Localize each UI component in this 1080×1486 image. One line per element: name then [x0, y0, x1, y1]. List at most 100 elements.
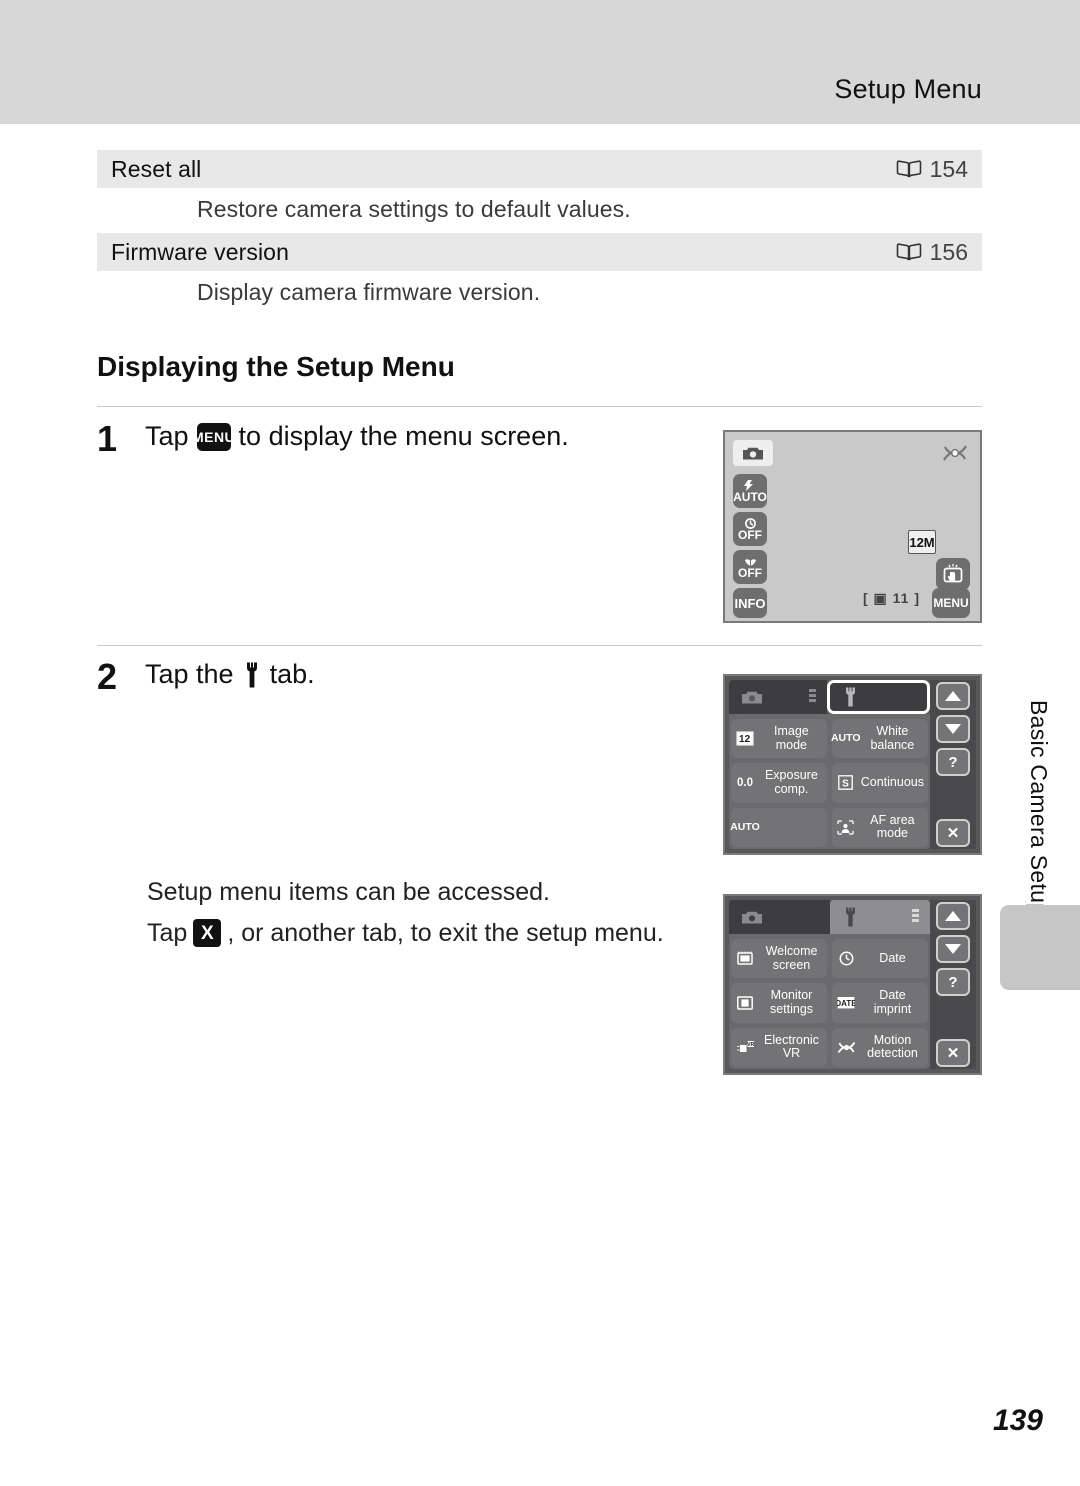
- menu-item-label: Exposure comp.: [764, 768, 818, 796]
- menu-nav-column: ? ✕: [930, 900, 976, 1069]
- exposure-comp-icon: 0.0: [737, 776, 753, 789]
- menu-item-description: Display camera firmware version.: [197, 279, 541, 305]
- down-arrow-icon[interactable]: [936, 935, 970, 963]
- motion-detection-icon: [942, 442, 968, 464]
- svg-text:VR: VR: [747, 1042, 754, 1048]
- page-reference: 156: [896, 233, 968, 271]
- macro-mode-button[interactable]: OFF: [733, 550, 767, 584]
- page-title: Setup Menu: [834, 74, 982, 104]
- step-1: 1 Tap MENU to display the menu screen.: [97, 421, 569, 457]
- continuous-icon: S: [836, 775, 856, 791]
- menu-item-exposure-comp[interactable]: 0.0 Exposure comp.: [731, 763, 827, 803]
- frames-remaining: [ ▣ 11 ]: [863, 590, 921, 606]
- date-imprint-icon: DATE: [836, 996, 856, 1010]
- menu-item-iso-sensitivity[interactable]: AUTO: [730, 807, 827, 847]
- close-icon[interactable]: ✕: [936, 819, 970, 847]
- note-line-2: Tap X , or another tab, to exit the setu…: [147, 919, 664, 947]
- svg-text:S: S: [842, 779, 849, 790]
- menu-reference-list: Reset all 154 Restore camera settings to…: [97, 150, 982, 316]
- divider: [97, 645, 982, 646]
- table-row: Reset all 154: [97, 150, 982, 188]
- menu-item-label: Continuous: [860, 775, 924, 790]
- menu-item-label: Date: [879, 950, 906, 965]
- menu-button[interactable]: MENU: [932, 588, 970, 618]
- page-reference: 154: [896, 150, 968, 188]
- camera-setup-menu: Welcome screen Date Monitor settings DAT…: [723, 894, 982, 1075]
- close-icon[interactable]: ✕: [936, 1039, 970, 1067]
- step-text-after: tab.: [269, 659, 315, 689]
- menu-item-white-balance[interactable]: AUTO White balance: [831, 719, 928, 759]
- step-number: 2: [97, 656, 118, 697]
- help-icon[interactable]: ?: [936, 968, 970, 996]
- menu-item-image-mode[interactable]: 12 Image mode: [731, 719, 827, 759]
- menu-item-label: Image mode: [774, 723, 809, 752]
- up-arrow-icon[interactable]: [936, 682, 970, 710]
- menu-item-continuous[interactable]: S Continuous: [831, 763, 928, 803]
- camera-icon: [733, 440, 773, 466]
- welcome-screen-icon: [735, 951, 755, 966]
- motion-detection-icon: [836, 1040, 856, 1055]
- dots-icon: [808, 689, 817, 708]
- step-text-before: Tap the: [145, 659, 234, 689]
- menu-item-welcome-screen[interactable]: Welcome screen: [731, 939, 827, 979]
- close-icon: X: [193, 919, 222, 947]
- tab-setup-menu[interactable]: [829, 900, 930, 934]
- tab-shooting-menu[interactable]: [729, 680, 827, 714]
- menu-item-motion-detection[interactable]: Motion detection: [832, 1027, 928, 1067]
- page-reference-number: 156: [929, 238, 968, 265]
- touch-shutter-icon[interactable]: [936, 558, 970, 590]
- step-number: 1: [97, 418, 118, 459]
- image-mode-icon: 12: [735, 731, 755, 746]
- menu-item-label: White balance: [870, 723, 915, 752]
- down-arrow-icon[interactable]: [936, 715, 970, 743]
- divider: [97, 406, 982, 407]
- menu-item-name: Reset all: [111, 155, 202, 182]
- note-text-before: Tap: [147, 918, 188, 947]
- tab-setup-menu[interactable]: [826, 680, 930, 714]
- step-text: Tap the tab.: [145, 659, 315, 691]
- step-text-before: Tap: [145, 421, 189, 451]
- menu-button-icon: MENU: [192, 422, 235, 451]
- menu-item-grid: Welcome screen Date Monitor settings DAT…: [729, 934, 930, 1069]
- svg-text:12: 12: [739, 734, 751, 745]
- flash-mode-button[interactable]: AUTO: [733, 474, 767, 508]
- menu-item-label: Monitor settings: [769, 988, 814, 1016]
- svg-text:DATE: DATE: [837, 999, 855, 1008]
- flash-mode-label: AUTO: [733, 489, 767, 504]
- self-timer-button[interactable]: OFF: [733, 512, 767, 546]
- tab-shooting-menu[interactable]: [729, 900, 830, 934]
- page-header-band: [0, 0, 1080, 124]
- side-tab-thumb: [1000, 905, 1080, 990]
- iso-icon: AUTO: [730, 820, 760, 833]
- up-arrow-icon[interactable]: [936, 902, 970, 930]
- menu-item-date-imprint[interactable]: DATE Date imprint: [832, 983, 928, 1023]
- menu-tabbar: [729, 680, 930, 714]
- note-text-after: , or another tab, to exit the setup menu…: [227, 918, 664, 947]
- book-icon: [896, 242, 922, 262]
- menu-nav-column: ? ✕: [930, 680, 976, 849]
- monitor-icon: [735, 996, 755, 1010]
- menu-item-electronic-vr[interactable]: VR Electronic VR: [731, 1027, 827, 1067]
- menu-item-label: Electronic VR: [764, 1032, 819, 1061]
- menu-item-label: Welcome screen: [765, 943, 818, 972]
- electronic-vr-icon: VR: [735, 1040, 755, 1055]
- book-icon: [896, 159, 922, 179]
- dots-icon: [911, 909, 920, 928]
- section-heading: Displaying the Setup Menu: [97, 351, 455, 382]
- step-text: Tap MENU to display the menu screen.: [145, 421, 569, 453]
- menu-item-grid: 12 Image mode AUTO White balance 0.0 Exp…: [729, 714, 930, 849]
- camera-shooting-display: AUTO OFF OFF INFO 12M MENU [ ▣ 11 ]: [723, 430, 982, 623]
- camera-shooting-menu: 12 Image mode AUTO White balance 0.0 Exp…: [723, 674, 982, 855]
- step-text-after: to display the menu screen.: [238, 421, 569, 451]
- af-area-icon: [836, 820, 856, 835]
- menu-tabbar: [729, 900, 930, 934]
- menu-item-af-area-mode[interactable]: AF area mode: [831, 807, 928, 847]
- wrench-icon: [242, 661, 262, 689]
- self-timer-label: OFF: [738, 528, 762, 542]
- table-row: Firmware version 156: [97, 233, 982, 271]
- menu-item-monitor-settings[interactable]: Monitor settings: [731, 983, 827, 1023]
- menu-item-description: Restore camera settings to default value…: [197, 196, 631, 222]
- info-button[interactable]: INFO: [733, 588, 767, 618]
- help-icon[interactable]: ?: [936, 748, 970, 776]
- menu-item-date[interactable]: Date: [832, 939, 928, 979]
